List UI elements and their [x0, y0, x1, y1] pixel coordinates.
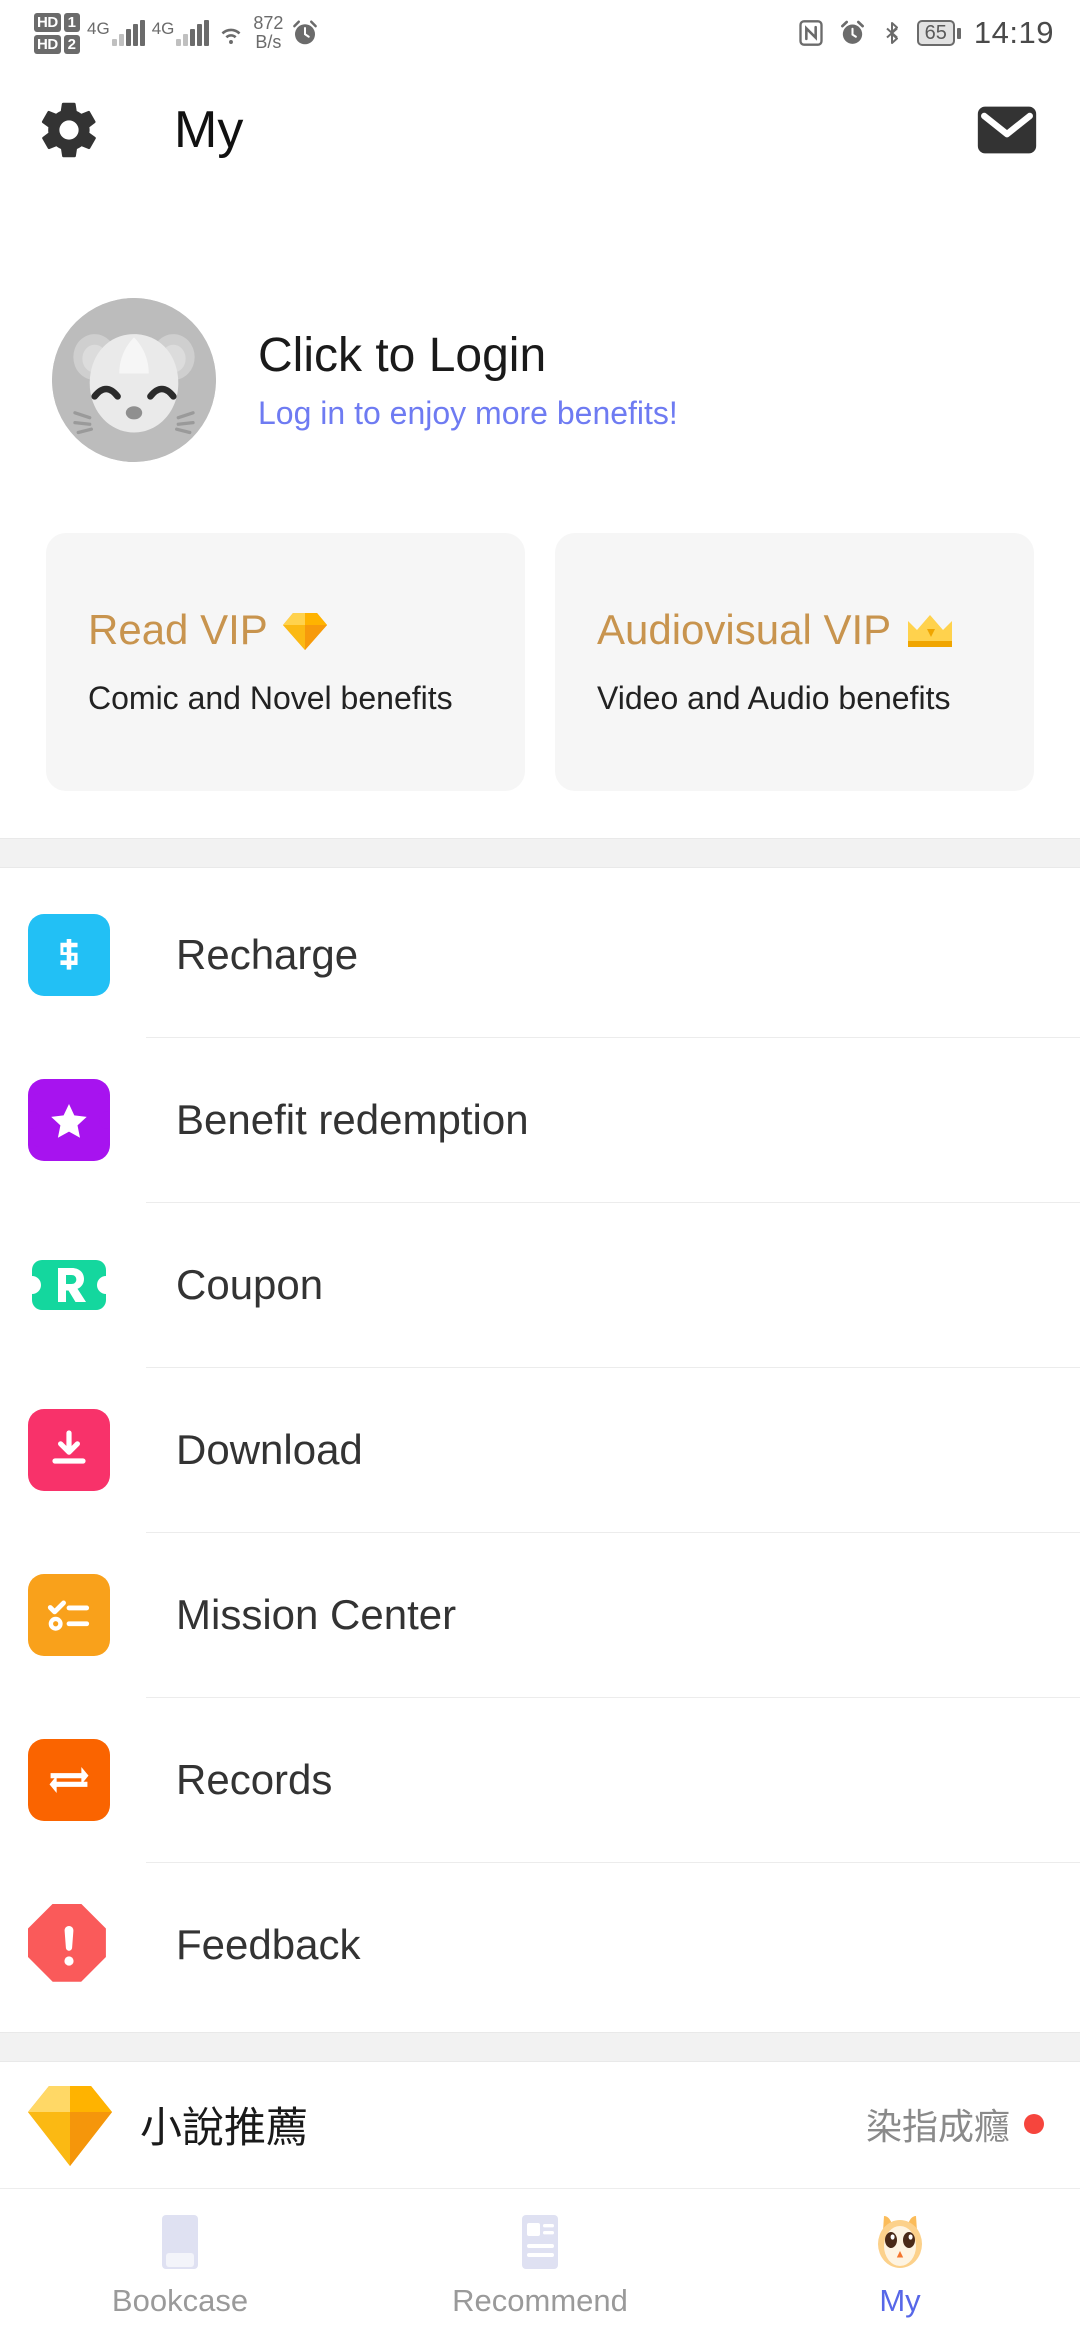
- menu-item-records-label: Records: [176, 1755, 333, 1803]
- nfc-icon: [797, 18, 825, 48]
- vip-card-read-title: Read VIP: [88, 606, 268, 654]
- profile-text: Click to Login Log in to enjoy more bene…: [258, 328, 678, 432]
- network-speed-unit: B/s: [255, 32, 282, 52]
- network-speed-value: 872: [253, 13, 284, 34]
- signal-bars-sim1-icon: [111, 20, 145, 46]
- checklist-icon: [28, 1573, 110, 1656]
- vip-card-audiovisual[interactable]: Audiovisual VIP Video and Audio benefits: [555, 533, 1034, 791]
- status-badge-dot: [1024, 2114, 1044, 2134]
- network-speed-indicator: 872 B/s: [253, 14, 283, 52]
- menu-item-mission-center[interactable]: Mission Center: [0, 1532, 1080, 1697]
- app-header: My: [0, 66, 1080, 194]
- sim1-number: 1: [63, 12, 81, 32]
- tab-bookcase-label: Bookcase: [111, 2282, 249, 2318]
- network-type-sim2: 4G: [151, 19, 175, 38]
- signal-sim1: 4G: [87, 20, 145, 46]
- battery-indicator: 65: [916, 20, 961, 46]
- alarm-icon-left: [290, 18, 320, 48]
- promo-title: 小說推薦: [140, 2102, 309, 2152]
- page-title: My: [174, 101, 244, 159]
- gem-icon: [282, 610, 328, 652]
- alarm-icon: [838, 18, 867, 48]
- menu-item-benefit-redemption[interactable]: Benefit redemption: [0, 1037, 1080, 1202]
- menu-item-download[interactable]: Download: [0, 1367, 1080, 1532]
- vip-card-audiovisual-title: Audiovisual VIP: [597, 606, 892, 654]
- download-icon: [28, 1408, 110, 1491]
- vip-card-audiovisual-title-row: Audiovisual VIP: [597, 607, 1034, 653]
- gem-icon-promo: [28, 2080, 112, 2168]
- hd-label-sim1: HD: [34, 12, 61, 32]
- menu-item-feedback-label: Feedback: [176, 1920, 361, 1968]
- warning-icon: [28, 1903, 110, 1986]
- coupon-r-icon: [28, 1244, 110, 1326]
- vip-card-audiovisual-subtitle: Video and Audio benefits: [597, 679, 951, 716]
- profile-login-row[interactable]: Click to Login Log in to enjoy more bene…: [0, 298, 1080, 462]
- tab-recommend-label: Recommend: [452, 2282, 628, 2318]
- news-icon: [509, 2211, 571, 2273]
- wifi-icon: [216, 20, 246, 46]
- menu-item-benefit-redemption-label: Benefit redemption: [176, 1095, 529, 1143]
- menu-item-coupon[interactable]: Coupon: [0, 1202, 1080, 1367]
- login-subtitle: Log in to enjoy more benefits!: [258, 395, 678, 432]
- status-bar: HD 1 HD 2 4G 4G 872 B/s 65 14:19: [0, 0, 1080, 66]
- signal-bars-sim2-icon: [176, 20, 210, 46]
- tab-my[interactable]: My: [720, 2189, 1080, 2340]
- menu-item-records[interactable]: Records: [0, 1697, 1080, 1862]
- dual-sim-hd-indicator: HD 1 HD 2: [34, 12, 81, 54]
- vip-card-read-subtitle: Comic and Novel benefits: [88, 679, 453, 716]
- book-icon: [149, 2211, 211, 2273]
- menu-item-mission-center-label: Mission Center: [176, 1590, 457, 1638]
- menu-item-download-label: Download: [176, 1425, 363, 1473]
- status-bar-right: 65 14:19: [797, 15, 1054, 51]
- hamster-icon: [869, 2211, 931, 2273]
- login-title[interactable]: Click to Login: [258, 328, 678, 383]
- vip-card-read[interactable]: Read VIP Comic and Novel benefits: [46, 533, 525, 791]
- section-divider-bottom: [0, 2032, 1080, 2062]
- hamster-avatar-icon[interactable]: [52, 298, 216, 462]
- signal-sim2: 4G: [152, 20, 210, 46]
- status-bar-clock: 14:19: [973, 15, 1054, 50]
- dollar-icon: [28, 913, 110, 996]
- status-bar-left: HD 1 HD 2 4G 4G 872 B/s: [34, 12, 320, 54]
- menu-item-coupon-label: Coupon: [176, 1260, 324, 1308]
- ticket-star-icon: [28, 1078, 110, 1161]
- vip-cards-row: Read VIP Comic and Novel benefits Audiov…: [0, 533, 1080, 791]
- promo-right: 染指成癮: [866, 2098, 1044, 2150]
- menu-item-feedback[interactable]: Feedback: [0, 1862, 1080, 2027]
- menu-item-recharge[interactable]: Recharge: [0, 872, 1080, 1037]
- hd-label-sim2: HD: [34, 34, 61, 54]
- tab-recommend[interactable]: Recommend: [360, 2189, 720, 2340]
- crown-icon: [905, 611, 955, 651]
- exchange-icon: [28, 1738, 110, 1821]
- app-screen: HD 1 HD 2 4G 4G 872 B/s 65 14:19 My Clic…: [0, 0, 1080, 2340]
- battery-cap-icon: [956, 27, 961, 39]
- vip-card-read-title-row: Read VIP: [88, 607, 525, 653]
- menu-list: Recharge Benefit redemption Coupon Downl…: [0, 872, 1080, 2027]
- battery-percent: 65: [916, 20, 955, 46]
- bluetooth-icon: [880, 18, 904, 48]
- sim2-number: 2: [63, 34, 81, 54]
- promo-subtitle: 染指成癮: [865, 2107, 1010, 2148]
- menu-item-recharge-label: Recharge: [176, 930, 359, 978]
- tab-bookcase[interactable]: Bookcase: [0, 2189, 360, 2340]
- promo-row-novel-recommendation[interactable]: 小說推薦 染指成癮: [0, 2062, 1080, 2186]
- network-type-sim1: 4G: [87, 19, 110, 38]
- mail-icon[interactable]: [972, 95, 1042, 165]
- section-divider-top: [0, 838, 1080, 868]
- gear-icon[interactable]: [36, 97, 102, 163]
- bottom-tab-bar: Bookcase Recommend My: [0, 2188, 1080, 2340]
- tab-my-label: My: [879, 2282, 921, 2318]
